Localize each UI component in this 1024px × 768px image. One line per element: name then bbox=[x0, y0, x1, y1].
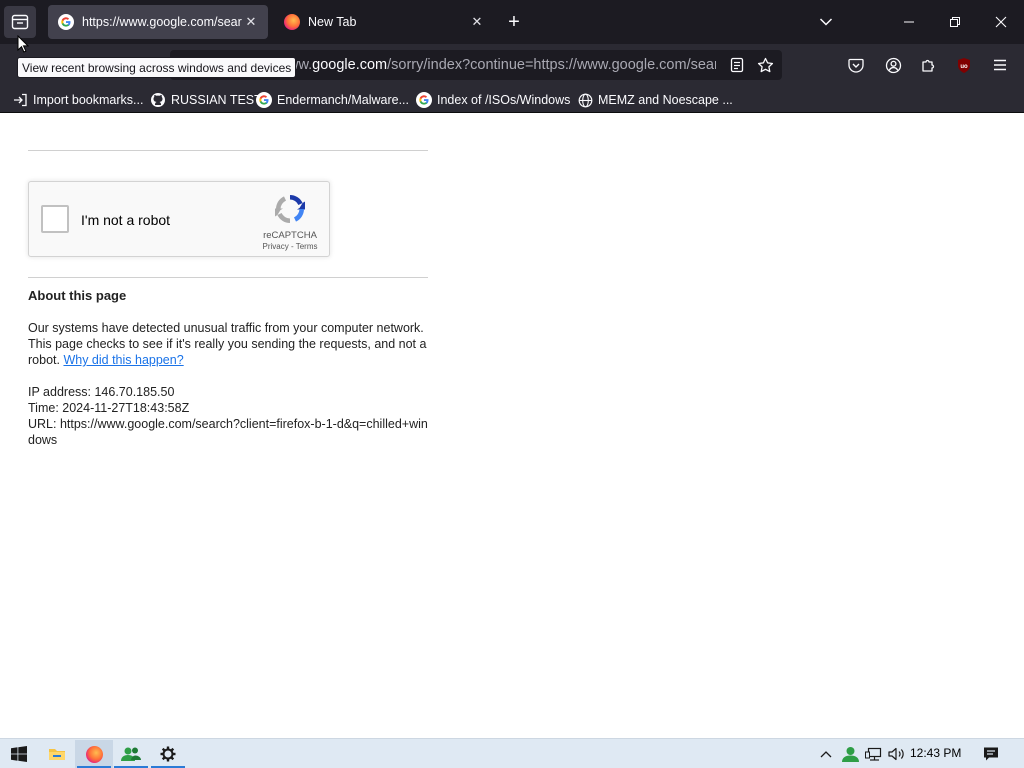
bookmark-label: RUSSIAN TEST bbox=[171, 93, 262, 107]
google-g-icon bbox=[58, 14, 74, 30]
bookmark-index-isos-windows[interactable]: Index of /ISOs/Windows bbox=[416, 90, 570, 110]
bookmark-russian-test[interactable]: RUSSIAN TEST bbox=[150, 90, 262, 110]
tray-people-app[interactable] bbox=[840, 744, 860, 764]
firefox-icon bbox=[284, 14, 300, 30]
taskbar: 12:43 PM bbox=[0, 738, 1024, 768]
close-tab-icon[interactable]: ✕ bbox=[468, 13, 486, 31]
mouse-cursor-icon bbox=[17, 35, 29, 53]
taskbar-settings[interactable] bbox=[149, 740, 187, 768]
windows-start-icon bbox=[11, 746, 27, 762]
about-heading: About this page bbox=[28, 288, 127, 303]
pocket-icon bbox=[848, 58, 864, 73]
ip-address-line: IP address: 146.70.185.50 bbox=[28, 385, 175, 399]
ublock-origin-button[interactable]: uo bbox=[952, 53, 976, 77]
recaptcha-widget: I'm not a robot reCAPTCHA Privacy - Term… bbox=[28, 181, 330, 257]
tooltip: View recent browsing across windows and … bbox=[17, 57, 297, 78]
hamburger-menu-icon bbox=[994, 59, 1006, 71]
bookmark-memz-noescape[interactable]: MEMZ and Noescape ... bbox=[577, 90, 733, 110]
firefox-view-icon bbox=[11, 14, 29, 30]
show-hidden-icons-button[interactable] bbox=[816, 744, 836, 764]
action-center-button[interactable] bbox=[981, 744, 1001, 764]
app-menu-button[interactable] bbox=[988, 53, 1012, 77]
close-icon bbox=[995, 16, 1007, 28]
bookmark-endermanch-malware[interactable]: Endermanch/Malware... bbox=[256, 90, 409, 110]
tray-network[interactable] bbox=[864, 744, 884, 764]
url-text[interactable]: ww.google.com/sorry/index?continue=https… bbox=[288, 57, 716, 73]
divider bbox=[28, 277, 428, 278]
file-explorer-icon bbox=[49, 749, 65, 760]
recaptcha-privacy-link[interactable]: Privacy bbox=[263, 242, 289, 251]
recaptcha-label: I'm not a robot bbox=[81, 212, 171, 228]
google-g-icon bbox=[256, 92, 272, 108]
divider bbox=[28, 150, 428, 151]
recaptcha-logo-icon bbox=[275, 195, 305, 223]
speaker-icon bbox=[888, 747, 904, 761]
minimize-button[interactable] bbox=[886, 0, 932, 44]
close-window-button[interactable] bbox=[978, 0, 1024, 44]
chevron-down-icon bbox=[819, 18, 833, 26]
account-button[interactable] bbox=[881, 53, 905, 77]
bookmarks-toolbar: Import bookmarks... RUSSIAN TEST Enderma… bbox=[0, 86, 1024, 113]
restore-button[interactable] bbox=[932, 0, 978, 44]
url-line: URL: https://www.google.com/search?clien… bbox=[28, 417, 428, 447]
list-all-tabs-button[interactable] bbox=[814, 10, 838, 34]
reader-view-icon bbox=[730, 57, 744, 73]
minimize-icon bbox=[904, 21, 914, 23]
people-icon bbox=[841, 747, 859, 762]
time-line: Time: 2024-11-27T18:43:58Z bbox=[28, 401, 190, 415]
reader-view-button[interactable] bbox=[725, 53, 749, 77]
firefox-icon bbox=[85, 745, 103, 763]
start-button[interactable] bbox=[0, 740, 38, 768]
tab-bar: https://www.google.com/search?client=fir… bbox=[0, 0, 1024, 44]
recaptcha-brand: reCAPTCHA bbox=[263, 230, 317, 241]
people-icon bbox=[121, 747, 141, 761]
google-g-icon bbox=[416, 92, 432, 108]
account-icon bbox=[885, 57, 901, 73]
github-icon bbox=[150, 92, 166, 108]
recaptcha-links: Privacy - Terms bbox=[262, 242, 318, 251]
recaptcha-checkbox[interactable] bbox=[41, 205, 69, 233]
restore-icon bbox=[950, 17, 960, 27]
notification-icon bbox=[984, 747, 998, 761]
bookmark-label: MEMZ and Noescape ... bbox=[598, 93, 733, 107]
globe-icon bbox=[577, 92, 593, 108]
tab-new-tab[interactable]: New Tab ✕ bbox=[274, 5, 494, 39]
why-did-this-happen-link[interactable]: Why did this happen? bbox=[63, 353, 183, 367]
firefox-view-button[interactable] bbox=[4, 6, 36, 38]
tab-google-search[interactable]: https://www.google.com/search?client=fir… bbox=[48, 5, 268, 39]
tab-title: New Tab bbox=[308, 15, 357, 29]
recaptcha-terms-link[interactable]: Terms bbox=[296, 242, 318, 251]
taskbar-people-app[interactable] bbox=[112, 740, 150, 768]
svg-text:uo: uo bbox=[960, 64, 968, 70]
bookmark-label: Index of /ISOs/Windows bbox=[437, 93, 571, 107]
taskbar-file-explorer[interactable] bbox=[38, 740, 76, 768]
bookmark-label: Import bookmarks... bbox=[33, 93, 144, 107]
bookmark-star-button[interactable] bbox=[753, 53, 777, 77]
about-description: Our systems have detected unusual traffi… bbox=[28, 321, 427, 367]
ublock-origin-icon: uo bbox=[958, 57, 970, 73]
network-icon bbox=[865, 747, 882, 761]
taskbar-firefox[interactable] bbox=[75, 740, 113, 768]
bookmark-label: Endermanch/Malware... bbox=[277, 93, 410, 107]
extensions-button[interactable] bbox=[917, 53, 941, 77]
tab-title: https://www.google.com/search?client=fir… bbox=[82, 15, 242, 29]
puzzle-icon bbox=[922, 59, 935, 72]
import-icon bbox=[12, 92, 28, 108]
settings-gear-icon bbox=[160, 746, 176, 762]
star-icon bbox=[757, 57, 773, 72]
tray-volume[interactable] bbox=[887, 744, 907, 764]
pocket-button[interactable] bbox=[844, 53, 868, 77]
chevron-up-icon bbox=[820, 751, 832, 758]
plus-icon: + bbox=[508, 10, 520, 33]
bookmark-import[interactable]: Import bookmarks... bbox=[12, 90, 143, 110]
close-tab-icon[interactable]: ✕ bbox=[242, 13, 260, 31]
page-content: I'm not a robot reCAPTCHA Privacy - Term… bbox=[0, 113, 1024, 738]
new-tab-button[interactable]: + bbox=[502, 10, 526, 34]
taskbar-clock[interactable]: 12:43 PM bbox=[910, 746, 961, 760]
